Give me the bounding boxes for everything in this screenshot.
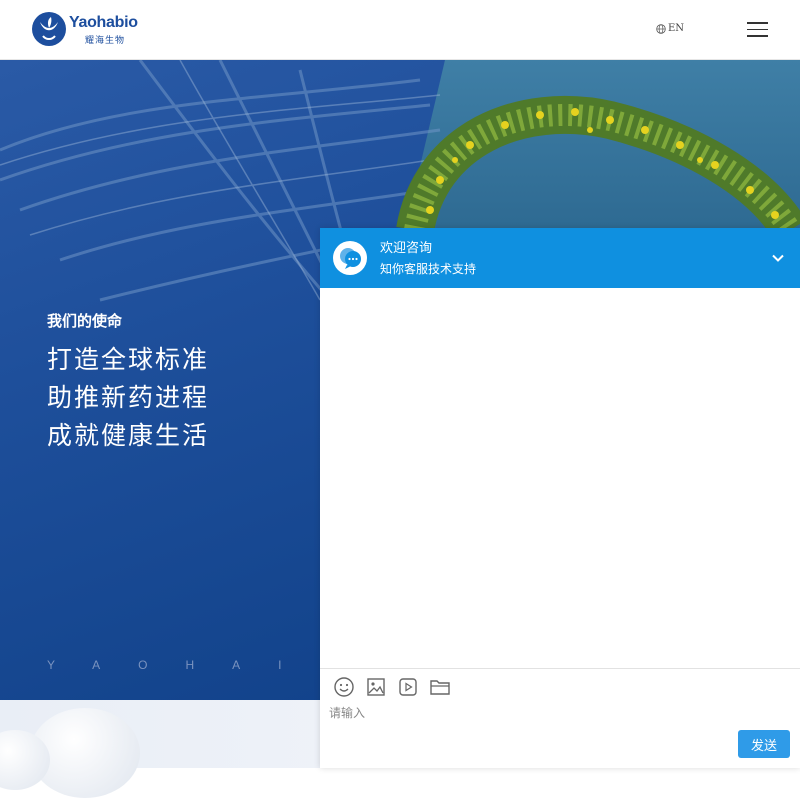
hamburger-icon[interactable] bbox=[747, 22, 768, 38]
hero-watermark-letters: YAOHAI bbox=[47, 658, 320, 672]
chat-message-input[interactable] bbox=[320, 702, 720, 762]
chevron-down-icon[interactable] bbox=[770, 250, 786, 266]
mission-line: 成就健康生活 bbox=[47, 421, 210, 450]
language-label: EN bbox=[668, 23, 685, 34]
language-switch[interactable]: EN bbox=[656, 23, 684, 34]
mission-line: 助推新药进程 bbox=[47, 383, 210, 412]
chat-toolbar bbox=[320, 668, 800, 702]
site-logo[interactable]: Yaohabio 耀海生物 bbox=[31, 11, 141, 49]
chat-message-area[interactable] bbox=[320, 288, 800, 668]
video-icon[interactable] bbox=[397, 676, 419, 698]
mission-line: 打造全球标准 bbox=[47, 345, 210, 374]
logo-mark-icon bbox=[32, 12, 66, 46]
chat-subtitle: 知你客服技术支持 bbox=[380, 262, 477, 276]
logo-text-en: Yaohabio bbox=[69, 14, 138, 31]
logo-text-cn: 耀海生物 bbox=[85, 36, 126, 46]
image-icon[interactable] bbox=[365, 676, 387, 698]
mission-label: 我们的使命 bbox=[47, 312, 123, 330]
emoji-icon[interactable] bbox=[333, 676, 355, 698]
chat-avatar bbox=[333, 241, 367, 275]
chat-title: 欢迎咨询 bbox=[380, 241, 433, 256]
chat-header[interactable]: 欢迎咨询 知你客服技术支持 bbox=[320, 228, 800, 288]
globe-icon bbox=[656, 23, 666, 34]
folder-icon[interactable] bbox=[429, 676, 451, 698]
send-button[interactable]: 发送 bbox=[738, 730, 790, 758]
chat-widget: 欢迎咨询 知你客服技术支持 发送 bbox=[320, 228, 800, 768]
site-header: Yaohabio 耀海生物 EN bbox=[0, 0, 800, 60]
chat-bubble-icon bbox=[340, 248, 361, 269]
